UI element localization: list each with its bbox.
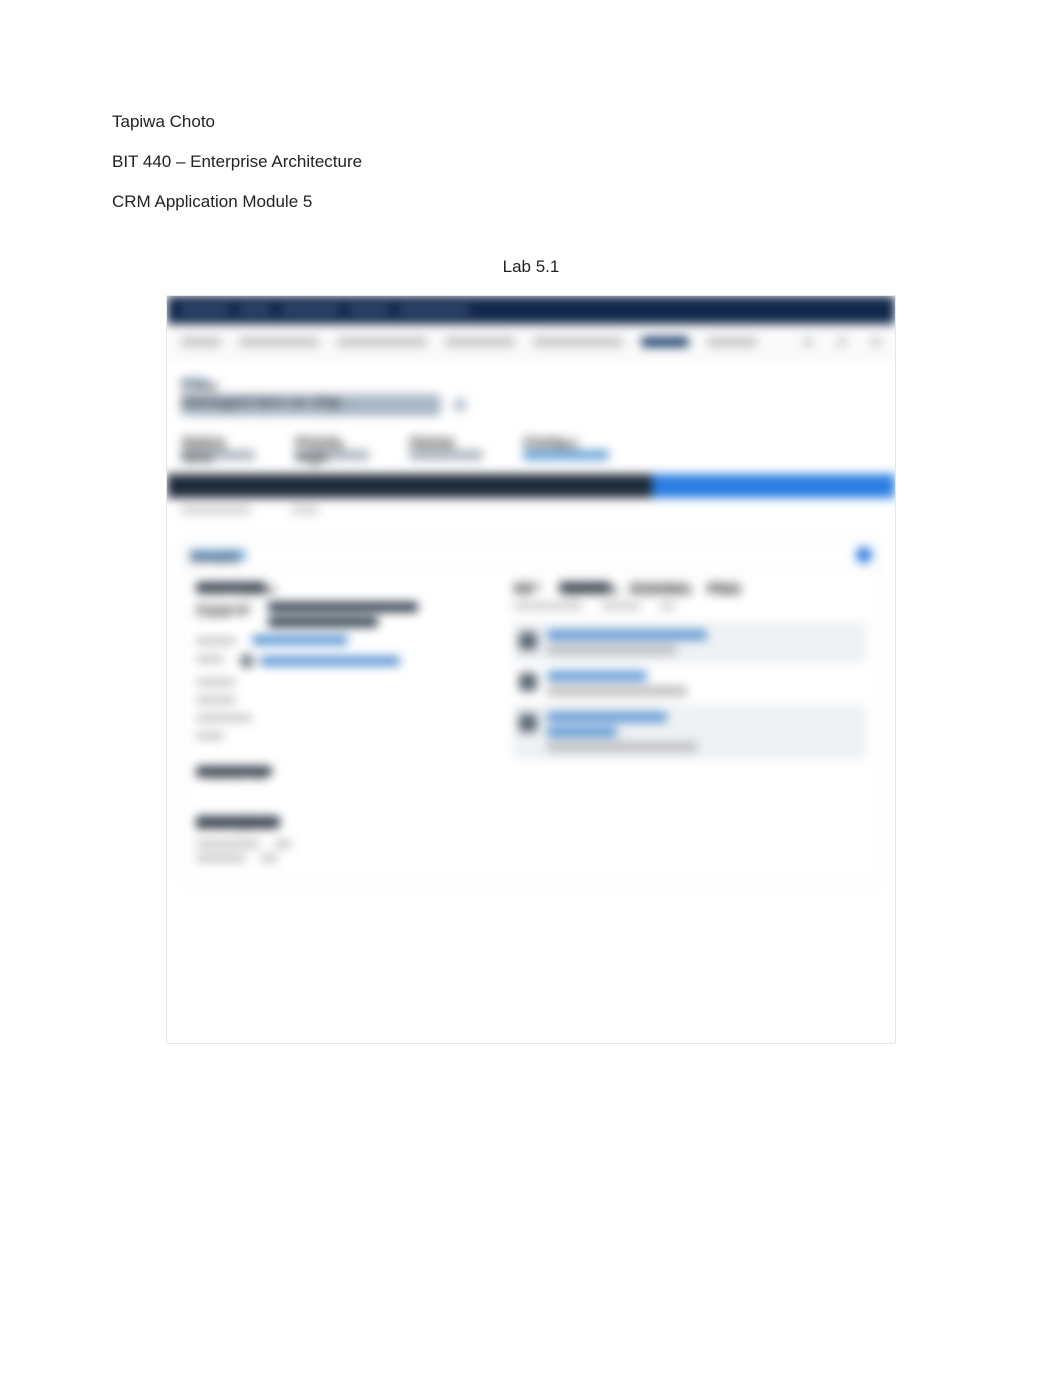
summary-label: Owner: [409, 436, 453, 444]
feed-item-meta: [547, 645, 677, 655]
field-label: [196, 678, 236, 686]
summary-value-link[interactable]: [523, 450, 609, 460]
feed-item-title[interactable]: [547, 712, 667, 722]
avatar-icon: [519, 673, 537, 691]
stage-tab[interactable]: [410, 474, 653, 498]
stage-tab[interactable]: [167, 474, 410, 498]
summary-label: Priority: [295, 436, 339, 444]
nav-item[interactable]: [533, 337, 623, 347]
lab-heading: Lab 5.1: [112, 257, 950, 277]
assignment-title: CRM Application Module 5: [112, 190, 950, 214]
breadcrumb[interactable]: Case: [181, 378, 209, 386]
summary-fields: Status New Priority High Owner Contact: [167, 428, 895, 474]
feed-item-title[interactable]: [547, 671, 647, 681]
topbar-item[interactable]: [239, 306, 271, 314]
record-title: Damaged item on ship…: [181, 394, 441, 416]
main-nav: [167, 324, 895, 360]
feed-tab[interactable]: All: [513, 582, 541, 592]
field-label: [196, 854, 246, 862]
crm-screenshot: Case Damaged item on ship… Status New Pr…: [166, 295, 896, 1044]
course-title: BIT 440 – Enterprise Architecture: [112, 150, 950, 174]
summary-label: Contact: [523, 436, 567, 444]
summary-value: New: [181, 450, 255, 460]
topbar-item[interactable]: [181, 306, 229, 314]
section-heading: Additional: [196, 766, 272, 776]
feed-item-title[interactable]: [547, 630, 707, 640]
feed-filter[interactable]: [513, 602, 583, 610]
feed-item[interactable]: [513, 704, 866, 760]
avatar-icon: [519, 632, 537, 650]
feed-tab-active[interactable]: Updates: [559, 582, 611, 592]
nav-utility-icon[interactable]: [803, 337, 813, 347]
topbar-item[interactable]: [281, 306, 339, 314]
avatar-icon: [240, 654, 254, 668]
nav-item[interactable]: [337, 337, 427, 347]
field-label: [196, 840, 260, 848]
sub-tabs: [167, 498, 895, 532]
field-link[interactable]: [260, 656, 400, 666]
field-link[interactable]: [252, 635, 348, 645]
field-label: [196, 732, 224, 740]
field-value: [274, 840, 292, 848]
activity-feed: All Updates Activities Files: [503, 570, 880, 884]
avatar-icon: [519, 714, 537, 732]
details-left-column: Information Case #: [182, 570, 503, 884]
feed-item-meta: [547, 742, 697, 752]
section-heading: Description: [196, 816, 280, 828]
section-heading: Information: [196, 582, 266, 592]
nav-item-home[interactable]: [181, 337, 221, 347]
feed-filter[interactable]: [601, 602, 641, 610]
field-label: [196, 714, 252, 722]
subtab[interactable]: [181, 506, 251, 514]
nav-item-active[interactable]: [641, 337, 689, 347]
stage-tabs: [167, 474, 895, 498]
field-label: [196, 637, 236, 645]
feed-item[interactable]: [513, 622, 866, 663]
feed-item-meta: [547, 686, 687, 696]
nav-utility-icon[interactable]: [837, 337, 847, 347]
field-value: [268, 602, 418, 612]
field-label: [196, 655, 224, 663]
summary-label: Status: [181, 436, 225, 444]
topbar-item[interactable]: [349, 306, 389, 314]
feed-tabs: All Updates Activities Files: [513, 582, 866, 592]
field-label: Case #: [196, 604, 252, 612]
panel-action-icon[interactable]: [856, 547, 872, 563]
field-value: [268, 617, 378, 627]
topbar-item[interactable]: [399, 306, 469, 314]
subtab[interactable]: [291, 506, 319, 514]
nav-item[interactable]: [239, 337, 319, 347]
feed-tab[interactable]: Files: [707, 582, 741, 592]
feed-tab[interactable]: Activities: [629, 582, 689, 592]
app-topbar: [167, 296, 895, 324]
chevron-down-icon[interactable]: [453, 398, 467, 412]
nav-item[interactable]: [445, 337, 515, 347]
field-label: [196, 696, 236, 704]
nav-item[interactable]: [707, 337, 757, 347]
details-panel: Details Information Case #: [181, 540, 881, 885]
feed-item-subtitle[interactable]: [547, 727, 617, 737]
panel-title: Details: [190, 550, 246, 560]
record-header: Case Damaged item on ship…: [167, 360, 895, 428]
summary-value: High: [295, 450, 369, 460]
nav-utility-icon[interactable]: [871, 337, 881, 347]
summary-value: [409, 450, 483, 460]
stage-tab-active[interactable]: [652, 474, 895, 498]
field-value: [260, 854, 278, 862]
feed-item[interactable]: [513, 663, 866, 704]
feed-filter[interactable]: [659, 602, 675, 610]
author-name: Tapiwa Choto: [112, 110, 950, 134]
